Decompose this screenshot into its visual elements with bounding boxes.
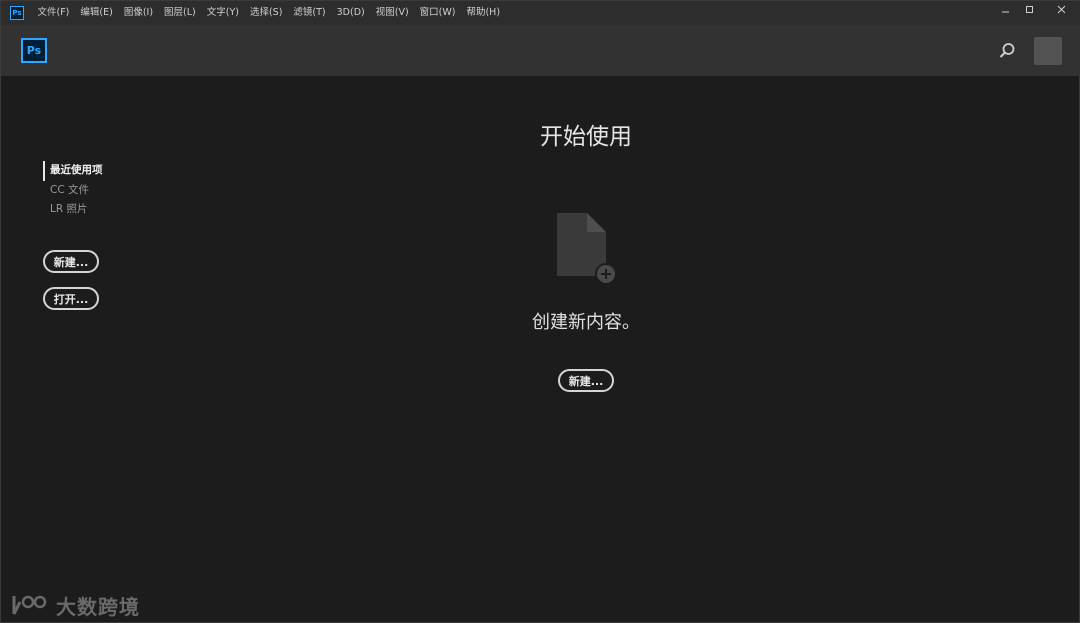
watermark: 大数跨境 [10,590,140,620]
search-icon[interactable] [997,41,1017,61]
watermark-text: 大数跨境 [56,594,140,619]
menu-bar: Ps 文件(F) 编辑(E) 图像(I) 图层(L) 文字(Y) 选择(S) 滤… [1,1,1080,25]
home-header: Ps [1,25,1080,76]
avatar[interactable] [1034,37,1062,65]
menu-3d[interactable]: 3D(D) [331,1,370,25]
main-new-button[interactable]: 新建... [558,369,614,392]
minimize-icon[interactable] [993,1,1017,18]
sidebar-open-button[interactable]: 打开... [43,287,99,310]
new-document-icon [556,212,618,286]
menu-edit[interactable]: 编辑(E) [75,1,118,25]
menu-file[interactable]: 文件(F) [32,1,75,25]
sidebar-item-lr-photos[interactable]: LR 照片 [43,200,163,220]
sidebar-new-button[interactable]: 新建... [43,250,99,273]
menu-window[interactable]: 窗口(W) [414,1,461,25]
sidebar-item-cc-files[interactable]: CC 文件 [43,181,163,201]
menu-help[interactable]: 帮助(H) [461,1,506,25]
page-title: 开始使用 [540,124,632,150]
menu-select[interactable]: 选择(S) [244,1,287,25]
menu-image[interactable]: 图像(I) [118,1,158,25]
menu-view[interactable]: 视图(V) [370,1,414,25]
photoshop-window: Ps 文件(F) 编辑(E) 图像(I) 图层(L) 文字(Y) 选择(S) 滤… [0,0,1080,623]
sidebar-nav: 最近使用项 CC 文件 LR 照片 [43,161,163,220]
app-icon[interactable]: Ps [10,6,24,20]
close-icon[interactable] [1041,1,1080,18]
watermark-logo-icon [12,595,47,615]
menu-layer[interactable]: 图层(L) [159,1,202,25]
create-new-content-label: 创建新内容。 [532,312,640,333]
window-controls [993,1,1080,18]
ps-logo[interactable]: Ps [21,38,47,63]
menu-filter[interactable]: 滤镜(T) [288,1,331,25]
menu-type[interactable]: 文字(Y) [201,1,244,25]
maximize-icon[interactable] [1017,1,1041,18]
sidebar-item-recent[interactable]: 最近使用项 [43,161,163,181]
